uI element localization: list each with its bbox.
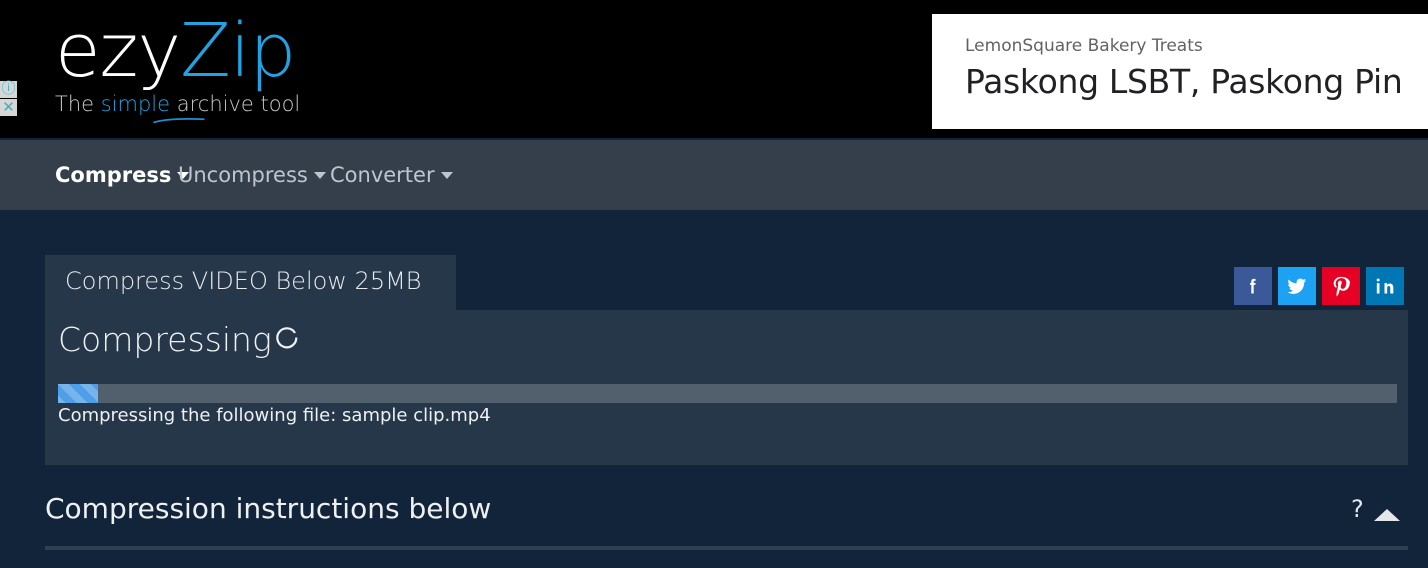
nav-item-compress[interactable]: Compress <box>55 162 190 187</box>
nav-item-converter-label: Converter <box>330 163 435 187</box>
share-twitter-button[interactable] <box>1278 267 1316 305</box>
nav-item-uncompress[interactable]: Uncompress <box>178 162 326 187</box>
chevron-down-icon <box>440 171 453 179</box>
status-heading-label: Compressing <box>58 320 272 359</box>
tagline-underline-swoosh <box>153 117 205 124</box>
compression-progress-bar <box>58 384 1397 403</box>
share-facebook-button[interactable] <box>1234 267 1272 305</box>
tagline-highlight: simple <box>100 92 171 116</box>
ad-advertiser-name: LemonSquare Bakery Treats <box>965 36 1203 56</box>
page-title: Compress VIDEO Below 25MB <box>65 267 422 295</box>
chevron-up-icon[interactable] <box>1374 509 1400 521</box>
advertisement-banner[interactable]: LemonSquare Bakery Treats Paskong LSBT, … <box>932 14 1428 129</box>
logo-text-secondary: Zip <box>180 8 296 94</box>
help-icon[interactable]: ? <box>1351 495 1364 523</box>
instructions-title: Compression instructions below <box>45 492 492 525</box>
ad-info-icon[interactable]: ⓘ <box>0 81 17 98</box>
compression-file-caption: Compressing the following file: sample c… <box>58 405 491 426</box>
social-share-bar <box>1234 267 1404 305</box>
tagline-prefix: The <box>55 92 101 116</box>
share-linkedin-button[interactable] <box>1366 267 1404 305</box>
ad-headline: Paskong LSBT, Paskong Pin <box>965 62 1403 101</box>
section-divider <box>45 546 1408 550</box>
compress-tab-header[interactable]: Compress VIDEO Below 25MB <box>45 255 456 310</box>
instructions-section: Compression instructions below ? <box>0 484 1428 568</box>
nav-item-converter[interactable]: Converter <box>330 162 453 187</box>
pinterest-icon <box>1333 276 1350 297</box>
compression-status-card: Compressing Compressing the following fi… <box>45 310 1408 465</box>
site-header: ezyZip The simple archive tool LemonSqua… <box>0 0 1428 138</box>
spinner-icon <box>275 327 298 349</box>
site-tagline: The simple archive tool <box>55 92 300 116</box>
tagline-suffix: archive tool <box>170 92 301 116</box>
linkedin-icon <box>1376 278 1394 294</box>
site-logo[interactable]: ezyZip The simple archive tool <box>55 8 475 124</box>
twitter-icon <box>1287 278 1307 294</box>
logo-text-primary: ezy <box>55 8 181 94</box>
chevron-down-icon <box>313 171 326 179</box>
ad-close-icon[interactable]: ✕ <box>0 99 17 116</box>
nav-item-uncompress-label: Uncompress <box>178 163 308 187</box>
status-heading: Compressing <box>58 320 302 359</box>
share-pinterest-button[interactable] <box>1322 267 1360 305</box>
main-content: Compress VIDEO Below 25MB Compressing Co… <box>0 214 1428 568</box>
main-navigation: Compress Uncompress Converter <box>0 140 1428 210</box>
nav-item-compress-label: Compress <box>55 163 172 187</box>
compression-progress-fill <box>58 384 99 403</box>
facebook-icon <box>1250 278 1256 294</box>
